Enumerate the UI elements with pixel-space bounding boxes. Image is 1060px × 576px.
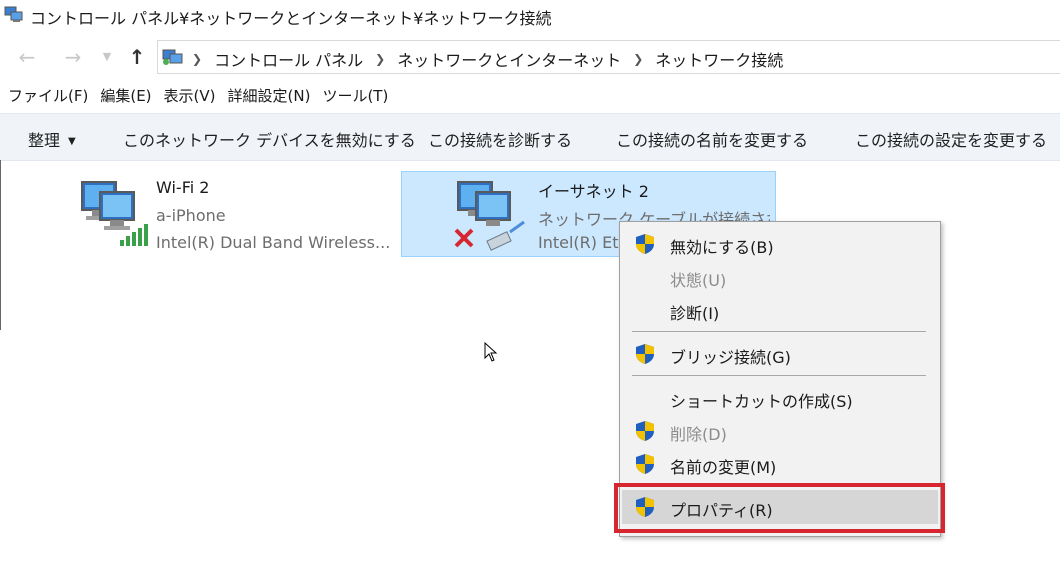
rename-connection-button[interactable]: この接続の名前を変更する	[616, 127, 808, 151]
menu-item-diagnose[interactable]: 診断(I)	[622, 294, 938, 326]
uac-shield-icon	[636, 234, 654, 254]
menu-advanced[interactable]: 詳細設定(N)	[228, 85, 311, 111]
menu-item-bridge[interactable]: ブリッジ接続(G)	[622, 338, 938, 370]
menu-item-label: ショートカットの作成(S)	[670, 392, 853, 411]
control-panel-icon	[162, 49, 183, 65]
connection-wifi[interactable]: Wi-Fi 2 a-iPhone Intel(R) Dual Band Wire…	[72, 172, 392, 258]
window-edge	[0, 160, 1, 330]
disable-device-button[interactable]: このネットワーク デバイスを無効にする	[123, 127, 416, 151]
uac-shield-icon	[636, 421, 654, 441]
wifi-network-icon	[81, 181, 148, 246]
menu-item-disable[interactable]: 無効にする(B)	[622, 228, 938, 260]
connection-name: イーサネット 2	[538, 182, 649, 201]
chevron-down-icon[interactable]: ▼	[94, 44, 120, 70]
connection-device: Intel(R) Dual Band Wireless...	[156, 233, 391, 252]
address-bar: ← → ▼ ↑ ❯ コントロール パネル ❯ ネットワークとインターネット ❯ …	[0, 38, 1060, 76]
title-bar: コントロール パネル¥ネットワークとインターネット¥ネットワーク接続	[0, 0, 1060, 32]
arrow-up-icon[interactable]: ↑	[124, 44, 150, 70]
menu-item-status[interactable]: 状態(U)	[622, 261, 938, 293]
menu-bar: ファイル(F) 編集(E) 表示(V) 詳細設定(N) ツール(T)	[0, 85, 1060, 111]
menu-edit[interactable]: 編集(E)	[100, 85, 151, 111]
diagnose-button[interactable]: この接続を診断する	[428, 127, 572, 151]
menu-item-label: 削除(D)	[670, 425, 727, 444]
menu-item-label: 名前の変更(M)	[670, 458, 777, 477]
breadcrumb: ❯ コントロール パネル ❯ ネットワークとインターネット ❯ ネットワーク接続	[192, 47, 783, 71]
connection-device: Intel(R) Eth	[538, 233, 629, 252]
window-title: コントロール パネル¥ネットワークとインターネット¥ネットワーク接続	[30, 9, 552, 28]
annotation-highlight-box	[614, 483, 945, 533]
command-bar: 整理 ▼ このネットワーク デバイスを無効にする この接続を診断する この接続の名…	[0, 113, 1060, 161]
arrow-right-icon[interactable]: →	[60, 44, 86, 70]
menu-separator	[632, 331, 926, 332]
menu-file[interactable]: ファイル(F)	[8, 85, 88, 111]
breadcrumb-control-panel[interactable]: コントロール パネル	[214, 47, 363, 71]
breadcrumb-chevron-icon[interactable]: ❯	[375, 52, 385, 66]
uac-shield-icon	[636, 344, 654, 364]
mouse-cursor-icon	[484, 342, 498, 362]
menu-item-rename[interactable]: 名前の変更(M)	[622, 448, 938, 480]
arrow-left-icon[interactable]: ←	[14, 44, 40, 70]
menu-item-create-shortcut[interactable]: ショートカットの作成(S)	[622, 382, 938, 414]
menu-item-label: ブリッジ接続(G)	[670, 348, 791, 367]
menu-item-label: 診断(I)	[670, 304, 720, 323]
menu-view[interactable]: 表示(V)	[164, 85, 216, 111]
change-settings-button[interactable]: この接続の設定を変更する	[855, 127, 1047, 151]
menu-item-label: 無効にする(B)	[670, 238, 774, 257]
connection-name: Wi-Fi 2	[156, 178, 210, 197]
address-field[interactable]: ❯ コントロール パネル ❯ ネットワークとインターネット ❯ ネットワーク接続	[157, 40, 1060, 74]
breadcrumb-chevron-icon[interactable]: ❯	[633, 52, 643, 66]
breadcrumb-network-internet[interactable]: ネットワークとインターネット	[397, 47, 621, 71]
dropdown-caret-icon: ▼	[68, 136, 76, 147]
uac-shield-icon	[636, 454, 654, 474]
menu-item-label: 状態(U)	[670, 271, 727, 290]
menu-tools[interactable]: ツール(T)	[322, 85, 388, 111]
network-connections-icon	[4, 6, 23, 22]
ethernet-disconnected-icon	[454, 181, 525, 251]
breadcrumb-network-connections[interactable]: ネットワーク接続	[655, 47, 783, 71]
menu-separator	[632, 375, 926, 376]
connection-status: a-iPhone	[156, 206, 226, 225]
menu-item-delete[interactable]: 削除(D)	[622, 415, 938, 447]
organize-button[interactable]: 整理 ▼	[28, 127, 76, 151]
breadcrumb-chevron-icon[interactable]: ❯	[192, 52, 202, 66]
